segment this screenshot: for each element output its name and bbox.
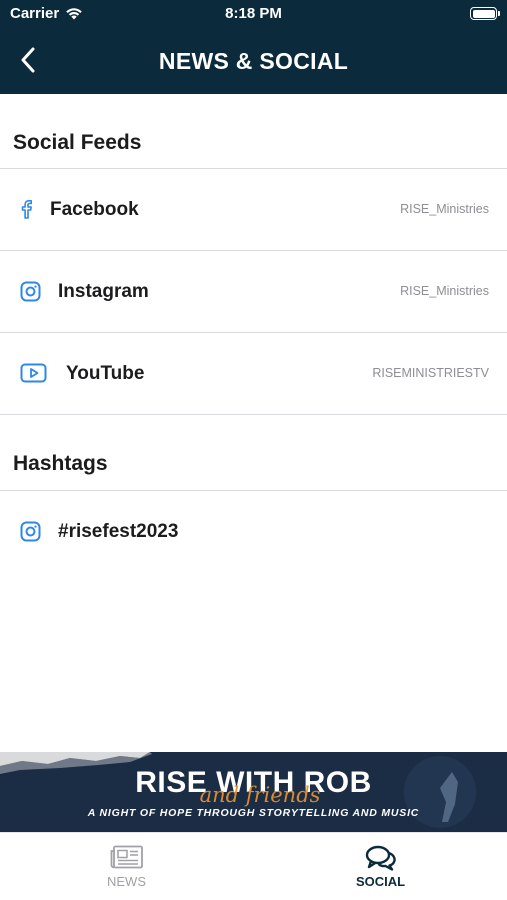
social-feed-handle: RISEMINISTRIESTV [372, 366, 489, 380]
status-bar: Carrier 8:18 PM [0, 0, 507, 28]
chat-bubbles-icon [254, 845, 507, 871]
tab-label: NEWS [107, 874, 146, 889]
battery-icon [470, 7, 500, 20]
social-feed-row-facebook[interactable]: Facebook RISE_Ministries [0, 169, 507, 249]
social-feed-handle: RISE_Ministries [400, 202, 489, 216]
header-bar: Carrier 8:18 PM NEWS & SOCIAL [0, 0, 507, 94]
divider [0, 414, 507, 415]
tab-social[interactable]: SOCIAL [254, 833, 507, 900]
navigation-bar: NEWS & SOCIAL [0, 28, 507, 94]
banner-script-text: and friends [199, 783, 321, 807]
promo-banner[interactable]: RISE WITH ROB and friends A NIGHT OF HOP… [0, 752, 507, 832]
social-feed-label: Instagram [58, 281, 149, 302]
social-feed-handle: RISE_Ministries [400, 284, 489, 298]
youtube-icon [19, 362, 47, 384]
banner-tagline: A NIGHT OF HOPE THROUGH STORYTELLING AND… [87, 807, 420, 819]
hashtag-row-risefest2023[interactable]: #risefest2023 [0, 491, 507, 571]
hashtag-label: #risefest2023 [58, 521, 179, 542]
status-time: 8:18 PM [225, 5, 282, 22]
instagram-icon [19, 520, 41, 542]
social-feed-row-instagram[interactable]: Instagram RISE_Ministries [0, 251, 507, 331]
newspaper-icon [0, 845, 253, 869]
instagram-icon [19, 280, 41, 302]
tab-news[interactable]: NEWS [0, 833, 253, 900]
facebook-icon [17, 198, 35, 220]
section-title-hashtags: Hashtags [13, 452, 108, 475]
section-title-social-feeds: Social Feeds [13, 131, 142, 154]
page-title: NEWS & SOCIAL [158, 48, 349, 74]
social-feed-label: YouTube [66, 363, 145, 384]
tab-label: SOCIAL [355, 874, 406, 889]
social-feed-row-youtube[interactable]: YouTube RISEMINISTRIESTV [0, 333, 507, 413]
social-feed-label: Facebook [50, 199, 139, 220]
tab-bar: NEWS SOCIAL [0, 832, 507, 900]
